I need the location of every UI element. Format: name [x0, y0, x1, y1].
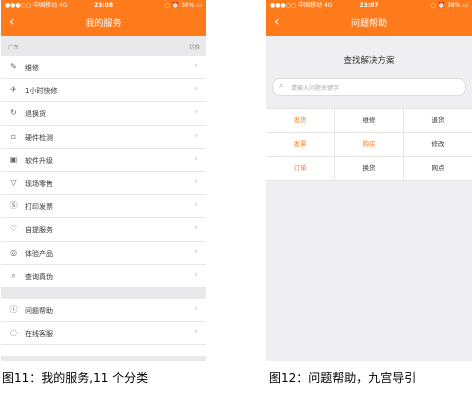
help-topic-cell[interactable]: 订单	[266, 157, 334, 180]
chevron-right-icon: ›	[194, 84, 198, 95]
chevron-right-icon: ›	[194, 176, 198, 187]
grid-row: 发票 购买 修改	[266, 132, 472, 156]
nav-bar: ‹ 我的服务	[1, 11, 206, 36]
help-topic-cell[interactable]: 换货	[334, 157, 403, 180]
phone-icon: ▫	[10, 131, 17, 141]
list-item-label: 1小时快修	[25, 87, 58, 96]
page-title: 问题帮助	[350, 19, 387, 29]
wrench-icon: ✎	[10, 62, 17, 71]
status-bar: ●●●○○ 中国移动 4G 23:07 ○ ⏰ 38% ▭	[266, 0, 472, 11]
chevron-right-icon: ›	[194, 107, 198, 118]
chat-icon: ◌	[10, 328, 17, 338]
caption-left: 图11：我的服务,11 个分类	[2, 371, 149, 385]
chevron-right-icon: ›	[194, 303, 198, 314]
services-list: ✎ 维修 › ✈ 1小时快修 › ↻ 退换货 › ▫ 硬件检测 › ▣ 软件升级 › ▽ 现场零售 › Ⓢ 打印发票 ›…	[1, 56, 206, 288]
list-item-label: 在线客服	[25, 330, 53, 339]
plane-icon: ✈	[10, 85, 17, 95]
chevron-right-icon: ›	[194, 269, 198, 280]
header-bar: ●●●○○ 中国移动 4G 23:08 ○ ⏰ 38% ▭ ‹ 我的服务	[1, 0, 206, 36]
list-item-label: 查询真伪	[25, 272, 53, 281]
help-icon: ⓘ	[9, 304, 18, 314]
chevron-right-icon: ›	[194, 223, 198, 234]
search-icon: ⌕	[11, 270, 16, 280]
list-item-label: 问题帮助	[25, 306, 53, 315]
chevron-right-icon: ›	[194, 246, 198, 257]
section-title: 查找解决方案	[343, 56, 395, 66]
list-item[interactable]: Ⓢ 打印发票 ›	[1, 195, 206, 219]
list-item-label: 打印发票	[25, 203, 53, 212]
list-item-label: 退换货	[25, 110, 46, 119]
help-topic-cell[interactable]: 发货	[266, 109, 334, 132]
help-topic-cell[interactable]: 修改	[403, 133, 472, 156]
help-topic-cell[interactable]: 退货	[403, 109, 472, 132]
list-item[interactable]: ⓘ 问题帮助 ›	[1, 298, 206, 323]
invoice-icon: Ⓢ	[9, 201, 18, 211]
nav-bar: ‹ 问题帮助	[266, 11, 472, 36]
help-topic-cell[interactable]: 购买	[334, 133, 403, 156]
list-item[interactable]: ✈ 1小时快修 ›	[1, 79, 206, 103]
list-item-label: 软件升级	[25, 156, 53, 165]
list-item[interactable]: ▫ 硬件检测 ›	[1, 125, 206, 149]
list-item[interactable]: ◌ 在线客服 ›	[1, 322, 206, 346]
list-item[interactable]: ▣ 软件升级 ›	[1, 148, 206, 172]
list-item-label: 维修	[25, 64, 39, 72]
upgrade-icon: ▣	[9, 154, 18, 164]
list-item-label: 自提服务	[25, 226, 53, 235]
region-label: 广东	[8, 45, 20, 51]
help-topic-cell[interactable]: 维修	[334, 109, 403, 132]
help-topic-grid: 发货 维修 退货 发票 购买 修改 订单 换货 网点	[266, 108, 472, 181]
search-placeholder: 请输入问题关键字	[291, 85, 340, 92]
list-item-label: 体验产品	[25, 249, 53, 258]
refresh-icon: ↻	[10, 108, 17, 118]
search-icon: ⌕	[279, 81, 284, 90]
chevron-right-icon: ›	[194, 327, 198, 338]
pickup-icon: ♡	[9, 224, 18, 234]
battery-text: ○ ⏰ 38% ▭	[430, 2, 468, 9]
chevron-right-icon: ›	[194, 61, 198, 71]
grid-row: 订单 换货 网点	[266, 156, 472, 181]
list-item-label: 硬件检测	[25, 133, 53, 142]
eye-icon: ◎	[10, 247, 17, 257]
list-item[interactable]: ✎ 维修 ›	[1, 56, 206, 80]
list-item[interactable]: ⌕ 查询真伪 ›	[1, 264, 206, 288]
help-screen: ●●●○○ 中国移动 4G 23:07 ○ ⏰ 38% ▭ ‹ 问题帮助 查找解…	[266, 0, 472, 361]
header-bar: ●●●○○ 中国移动 4G 23:07 ○ ⏰ 38% ▭ ‹ 问题帮助	[266, 0, 472, 36]
help-topic-cell[interactable]: 发票	[266, 133, 334, 156]
list-item[interactable]: ◎ 体验产品 ›	[1, 241, 206, 265]
list-item[interactable]: ↻ 退换货 ›	[1, 102, 206, 126]
list-item[interactable]: ♡ 自提服务 ›	[1, 218, 206, 242]
battery-text: ○ ⏰ 38% ▭	[164, 2, 202, 9]
chevron-right-icon: ›	[194, 153, 198, 164]
bottom-spacer	[1, 356, 206, 361]
caption-right: 图12：问题帮助，九宫导引	[269, 371, 417, 385]
section-divider	[1, 287, 206, 299]
support-list: ⓘ 问题帮助 › ◌ 在线客服 ›	[1, 298, 206, 346]
help-topic-cell[interactable]: 网点	[403, 157, 472, 180]
status-bar: ●●●○○ 中国移动 4G 23:08 ○ ⏰ 38% ▭	[1, 0, 206, 11]
switch-region-link[interactable]: 切换	[189, 43, 200, 51]
chevron-right-icon: ›	[194, 130, 198, 141]
list-item[interactable]: ▽ 现场零售 ›	[1, 171, 206, 196]
my-services-screen: ●●●○○ 中国移动 4G 23:08 ○ ⏰ 38% ▭ ‹ 我的服务 广东 …	[1, 0, 206, 361]
grid-row: 发货 维修 退货	[266, 108, 472, 132]
chevron-right-icon: ›	[194, 200, 198, 211]
cart-icon: ▽	[10, 177, 17, 187]
list-item-label: 现场零售	[25, 179, 53, 188]
region-bar: 广东 切换	[1, 36, 206, 56]
page-title: 我的服务	[85, 19, 122, 29]
search-input[interactable]: ⌕ 请输入问题关键字	[272, 78, 466, 96]
